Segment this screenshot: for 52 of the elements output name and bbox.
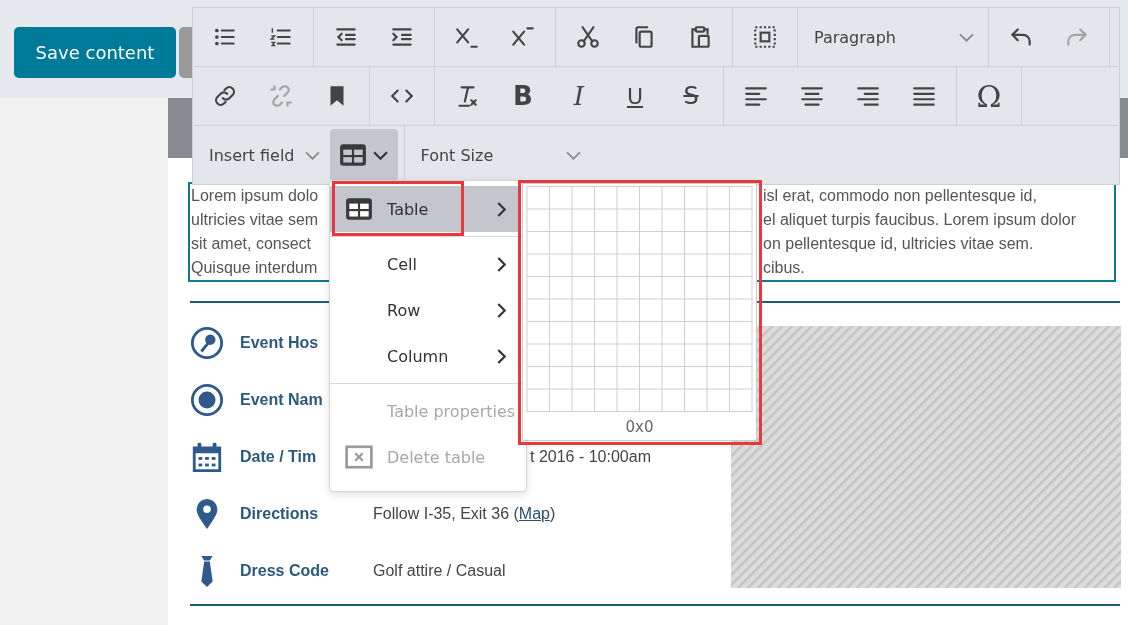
paragraph-line: on pellentesque id, ultricies vitae sem. [762,234,1034,254]
dropdown[interactable]: Paragraph [802,12,984,62]
dropdown[interactable]: Font Size [408,130,591,180]
chevron-right-icon [497,202,506,217]
paragraph-line: isl erat, commodo non pellentesque id, [762,186,1037,206]
detail-value: t 2016 - 10:00am [530,447,651,466]
strikethrough-button[interactable]: S [663,71,719,121]
paragraph-line: ultricies vitae sem [190,210,319,230]
paragraph-line: Lorem ipsum dolo [190,186,319,206]
radio-icon [190,382,224,417]
microphone-icon [190,325,224,360]
detail-value: Golf attire / Casual [373,561,506,580]
unlink-icon [268,83,294,109]
paragraph-line: el aliquet turpis faucibus. Lorem ipsum dolor [762,210,1077,230]
cut-icon [575,24,601,50]
chevron-down-icon [373,150,388,160]
table-icon [345,197,373,221]
chevron-right-icon [497,257,506,272]
dropdown[interactable]: Insert field [197,130,330,180]
special-character-button[interactable]: Ω [961,71,1017,121]
detail-value: Follow I-35, Exit 36 (Map) [373,504,556,523]
paragraph-line: sit amet, consect [190,234,312,254]
detail-label: Date / Tim [240,447,317,465]
chevron-down-icon [565,150,581,160]
paragraph-line: cibus. [762,258,805,278]
italic-button[interactable]: I [551,71,607,121]
detail-label: Directions [240,504,319,522]
detail-label: Dress Code [240,561,329,579]
dropdown-label: Insert field [209,145,295,165]
chevron-right-icon [497,349,506,364]
paragraph-line: Quisque interdum [190,258,318,278]
link-icon [212,83,238,109]
underline-button[interactable]: U [607,71,663,121]
map-link[interactable]: Map [518,504,550,522]
chevron-down-icon [959,32,974,42]
save-content-button[interactable]: Save content [14,27,176,78]
chevron-down-icon [304,150,320,160]
chevron-right-icon [497,303,506,318]
menu-item[interactable]: Cell [330,241,518,287]
dropdown-label: Font Size [420,145,494,165]
dropdown-label: Paragraph [814,27,896,47]
bold-button[interactable]: B [495,71,551,121]
size-label: 0x0 [625,418,654,436]
menu-item[interactable]: Row [330,287,518,333]
detail-label: Event Hos [240,333,319,351]
menu-item[interactable]: Column [330,333,518,379]
table-icon [339,143,367,167]
table-button[interactable] [329,129,398,181]
menu-item[interactable]: Table [330,186,518,232]
select-all-icon [752,24,778,50]
delete-box-icon [345,445,373,469]
detail-label: Event Nam [240,390,323,408]
